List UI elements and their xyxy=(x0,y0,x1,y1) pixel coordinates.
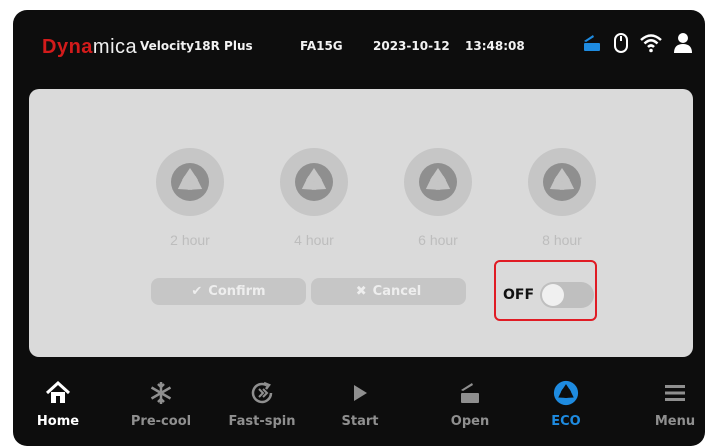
wifi-icon xyxy=(639,32,663,59)
confirm-button[interactable]: ✔ Confirm xyxy=(151,278,306,305)
eco-icon xyxy=(280,148,348,216)
fast-spin-icon xyxy=(217,378,307,408)
eco-timer-panel: 2 hour 4 hour 6 hour 8 hour ✔ Confirm ✖ … xyxy=(29,89,693,357)
date-text: 2023-10-12 xyxy=(373,39,450,53)
brand-logo-part1: Dyna xyxy=(42,36,93,58)
menu-icon xyxy=(630,378,705,408)
status-icons xyxy=(581,32,693,59)
eco-toggle-switch[interactable] xyxy=(540,282,595,308)
timer-option-8h[interactable]: 8 hour xyxy=(523,148,601,248)
eco-icon xyxy=(528,148,596,216)
bottom-navigation: Home Pre-cool Fast-spin Start Open ECO M… xyxy=(13,368,705,446)
nav-home[interactable]: Home xyxy=(13,378,103,429)
brand-logo: Dynamica xyxy=(42,36,137,59)
door-open-icon xyxy=(581,32,603,59)
status-bar: Dynamica Velocity18R Plus FA15G 2023-10-… xyxy=(13,10,705,80)
nav-pre-cool[interactable]: Pre-cool xyxy=(116,378,206,429)
nav-menu[interactable]: Menu xyxy=(630,378,705,429)
timer-option-4h[interactable]: 4 hour xyxy=(275,148,353,248)
snowflake-icon xyxy=(116,378,206,408)
eco-icon xyxy=(404,148,472,216)
nav-label: ECO xyxy=(551,414,581,429)
cancel-button-label: Cancel xyxy=(372,284,422,299)
mouse-icon xyxy=(613,32,629,59)
nav-start[interactable]: Start xyxy=(315,378,405,429)
timer-option-label: 6 hour xyxy=(418,232,458,248)
eco-icon xyxy=(521,378,611,408)
timer-option-2h[interactable]: 2 hour xyxy=(151,148,229,248)
time-text: 13:48:08 xyxy=(465,39,525,53)
device-code: FA15G xyxy=(300,39,343,53)
eco-icon xyxy=(156,148,224,216)
home-icon xyxy=(13,378,103,408)
eco-toggle-group: OFF xyxy=(503,282,595,308)
check-icon: ✔ xyxy=(191,284,203,299)
timer-option-6h[interactable]: 6 hour xyxy=(399,148,477,248)
device-screen: Dynamica Velocity18R Plus FA15G 2023-10-… xyxy=(13,10,705,446)
nav-label: Open xyxy=(450,414,490,429)
toggle-label: OFF xyxy=(503,287,535,303)
cancel-button[interactable]: ✖ Cancel xyxy=(311,278,466,305)
user-icon[interactable] xyxy=(673,32,693,59)
nav-label: Home xyxy=(36,414,80,429)
confirm-button-label: Confirm xyxy=(208,284,266,299)
nav-label: Pre-cool xyxy=(130,414,192,429)
model-name: Velocity18R Plus xyxy=(140,39,253,53)
nav-eco[interactable]: ECO xyxy=(521,378,611,429)
timer-option-label: 4 hour xyxy=(294,232,334,248)
nav-open[interactable]: Open xyxy=(425,378,515,429)
timer-option-label: 8 hour xyxy=(542,232,582,248)
nav-label: Fast-spin xyxy=(228,414,296,429)
close-icon: ✖ xyxy=(355,284,367,299)
brand-logo-part2: mica xyxy=(92,36,138,58)
play-icon xyxy=(315,378,405,408)
nav-label: Start xyxy=(341,414,379,429)
nav-fast-spin[interactable]: Fast-spin xyxy=(217,378,307,429)
nav-label: Menu xyxy=(654,414,696,429)
lid-open-icon xyxy=(425,378,515,408)
toggle-knob xyxy=(542,284,565,306)
timer-option-label: 2 hour xyxy=(170,232,210,248)
